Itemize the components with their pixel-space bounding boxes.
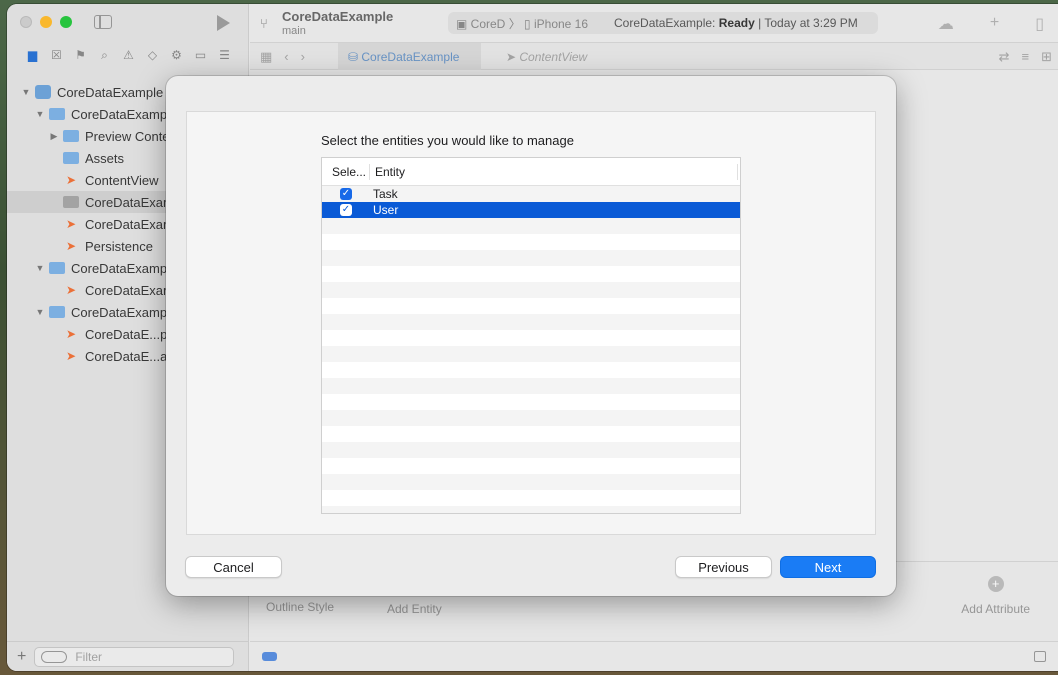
- next-button[interactable]: Next: [780, 556, 876, 578]
- previous-button[interactable]: Previous: [675, 556, 772, 578]
- empty-row: [322, 298, 740, 314]
- entity-checkbox[interactable]: ✓: [340, 188, 352, 200]
- empty-row: [322, 442, 740, 458]
- entity-table-header: Sele... Entity: [322, 158, 740, 186]
- empty-row: [322, 250, 740, 266]
- entity-row[interactable]: ✓ User: [322, 202, 740, 218]
- cancel-button[interactable]: Cancel: [185, 556, 282, 578]
- entity-row[interactable]: ✓ Task: [322, 186, 740, 202]
- entity-table-body: ✓ Task ✓ User: [322, 186, 740, 513]
- sheet-prompt: Select the entities you would like to ma…: [321, 133, 574, 148]
- empty-row: [322, 378, 740, 394]
- empty-row: [322, 426, 740, 442]
- empty-row: [322, 458, 740, 474]
- empty-row: [322, 234, 740, 250]
- empty-row: [322, 282, 740, 298]
- column-select[interactable]: Sele...: [322, 163, 370, 180]
- empty-row: [322, 346, 740, 362]
- empty-row: [322, 410, 740, 426]
- empty-row: [322, 394, 740, 410]
- entity-selection-sheet: Select the entities you would like to ma…: [166, 76, 896, 596]
- empty-row: [322, 314, 740, 330]
- select-cell: ✓: [322, 204, 370, 216]
- column-entity[interactable]: Entity: [370, 163, 738, 180]
- entity-table: Sele... Entity ✓ Task ✓ User: [321, 157, 741, 514]
- select-cell: ✓: [322, 188, 370, 200]
- empty-row: [322, 490, 740, 506]
- entity-name: Task: [373, 187, 398, 201]
- empty-row: [322, 474, 740, 490]
- entity-name: User: [373, 203, 399, 217]
- empty-row: [322, 218, 740, 234]
- empty-row: [322, 362, 740, 378]
- empty-row: [322, 506, 740, 513]
- empty-row: [322, 266, 740, 282]
- sheet-content-panel: Select the entities you would like to ma…: [186, 111, 876, 535]
- entity-checkbox[interactable]: ✓: [340, 204, 352, 216]
- empty-row: [322, 330, 740, 346]
